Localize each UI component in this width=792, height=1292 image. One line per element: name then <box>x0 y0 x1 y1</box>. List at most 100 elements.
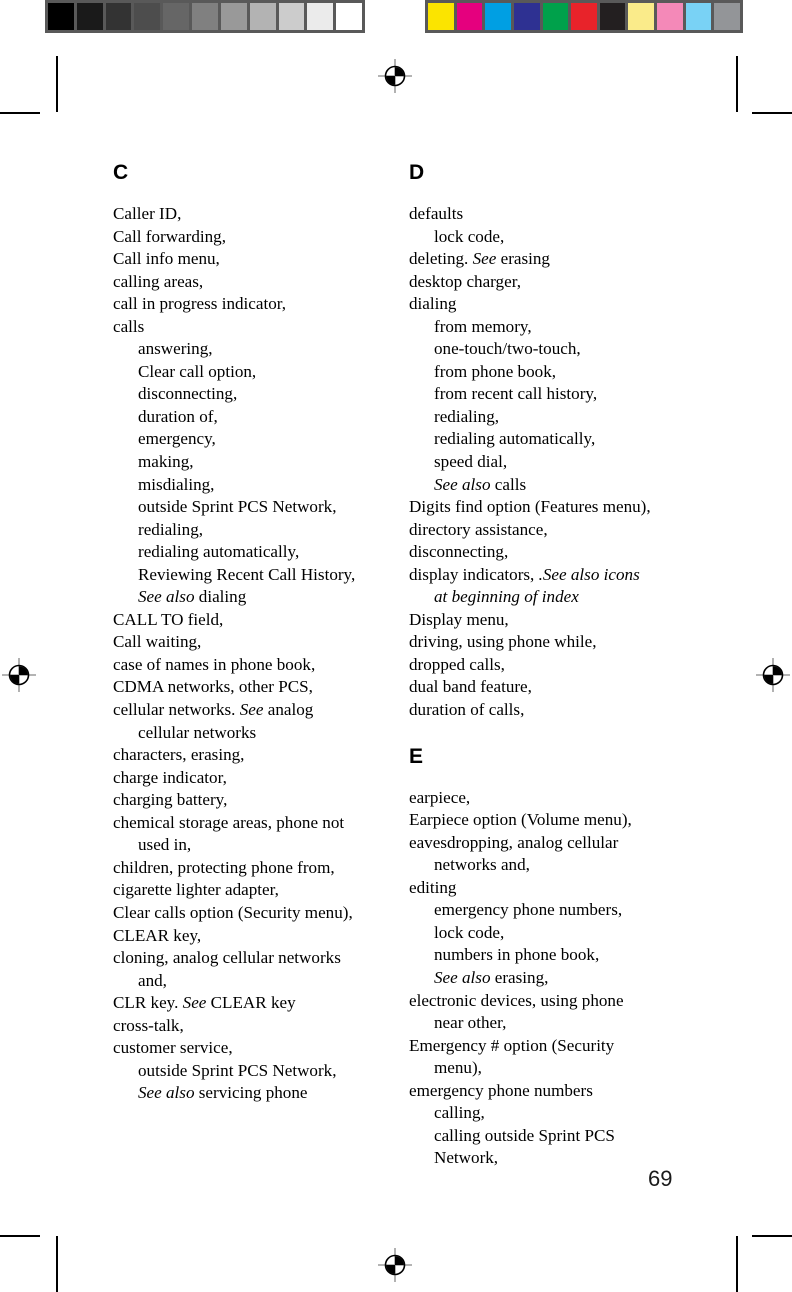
index-entry-text: and, <box>138 970 167 990</box>
index-entry-text: erasing <box>496 249 550 269</box>
index-entry: display indicators, .See also icons <box>409 564 687 587</box>
index-entry-cross-reference: See <box>182 993 207 1013</box>
index-entry-text: erasing, <box>490 967 549 987</box>
index-entry: Reviewing Recent Call History, <box>113 564 391 587</box>
index-entry-cross-reference: .See also icons <box>538 564 640 584</box>
index-entry-text: calling areas, <box>113 271 204 291</box>
index-entry-text: CALL TO field, <box>113 609 224 629</box>
index-entry: case of names in phone book, <box>113 654 391 677</box>
index-entry: chemical storage areas, phone not <box>113 812 391 835</box>
index-entry: Call info menu, <box>113 248 391 271</box>
index-column-right: Ddefaults lock code, deleting. See erasing… <box>409 162 687 1170</box>
index-entry: from memory, <box>409 316 687 339</box>
index-entry-text: networks and, <box>434 855 530 875</box>
index-entry: redialing, <box>113 519 391 542</box>
index-entry-text: desktop charger, <box>409 271 521 291</box>
index-entry: redialing, <box>409 406 687 429</box>
index-entry-text: chemical storage areas, phone not <box>113 812 345 832</box>
index-entry: lock code, <box>409 922 687 945</box>
index-entry-text: emergency, <box>138 429 216 449</box>
index-entry: dual band feature, <box>409 676 687 699</box>
index-entry-text: dialing <box>409 294 457 314</box>
index-entry-text: answering, <box>138 339 213 359</box>
index-entry-text: Call forwarding, <box>113 226 226 246</box>
index-entry-text: CLEAR key <box>206 993 296 1013</box>
index-entry-text: lock code, <box>434 922 505 942</box>
index-entry-text: outside Sprint PCS Network, <box>138 497 337 517</box>
section-letter-heading-D: D <box>409 161 425 184</box>
index-entry: near other, <box>409 1012 687 1035</box>
index-entry: duration of calls, <box>409 699 687 722</box>
index-entry: electronic devices, using phone <box>409 990 687 1013</box>
index-entry-text: Reviewing Recent Call History, <box>138 564 356 584</box>
index-entry: dialing <box>409 293 687 316</box>
index-entry: used in, <box>113 834 391 857</box>
index-entry-text: near other, <box>434 1013 507 1033</box>
index-entry-text: customer service, <box>113 1038 233 1058</box>
index-entry: emergency, <box>113 428 391 451</box>
index-entry-text: charging battery, <box>113 790 228 810</box>
index-entry-text: CDMA networks, other PCS, <box>113 677 313 697</box>
index-column-left: C Caller ID, Call forwarding, Call info men… <box>113 162 391 1105</box>
index-entry: directory assistance, <box>409 519 687 542</box>
index-entry: menu), <box>409 1057 687 1080</box>
index-entry: calling outside Sprint PCS <box>409 1125 687 1148</box>
index-entry-text: calling outside Sprint PCS <box>434 1125 615 1145</box>
index-entry-text: eavesdropping, analog cellular <box>409 832 619 852</box>
index-entry: earpiece, <box>409 787 687 810</box>
index-page-body: C Caller ID, Call forwarding, Call info men… <box>0 0 792 1292</box>
index-entry-text: directory assistance, <box>409 519 548 539</box>
index-entry: cigarette lighter adapter, <box>113 879 391 902</box>
index-entry: Display menu, <box>409 609 687 632</box>
index-entry: disconnecting, <box>113 383 391 406</box>
index-entry-text: Display menu, <box>409 609 509 629</box>
index-entry: from phone book, <box>409 361 687 384</box>
index-entry-text: from phone book, <box>434 361 557 381</box>
index-entry-text: dual band feature, <box>409 677 532 697</box>
index-entry: deleting. See erasing <box>409 248 687 271</box>
index-entry-text: emergency phone numbers <box>409 1080 593 1100</box>
index-entry: cellular networks <box>113 722 391 745</box>
index-entry-text: deleting. <box>409 249 473 269</box>
index-entry: desktop charger, <box>409 271 687 294</box>
index-entry-text: disconnecting, <box>409 542 509 562</box>
index-entry-text: outside Sprint PCS Network, <box>138 1060 337 1080</box>
index-entry: CALL TO field, <box>113 609 391 632</box>
index-entry: Digits find option (Features menu), <box>409 496 687 519</box>
index-entry: calls <box>113 316 391 339</box>
index-entry-list-C: Caller ID, Call forwarding, Call info menu… <box>113 203 391 1105</box>
index-entry: call in progress indicator, <box>113 293 391 316</box>
index-entry-cross-reference: See also <box>138 587 195 607</box>
index-entry-text: Clear call option, <box>138 361 257 381</box>
index-entry: making, <box>113 451 391 474</box>
index-entry: misdialing, <box>113 474 391 497</box>
index-entry-text: call in progress indicator, <box>113 294 287 314</box>
index-entry-text: calls <box>113 316 145 336</box>
index-entry-text: Caller ID, <box>113 204 182 223</box>
index-entry-text: dropped calls, <box>409 654 505 674</box>
index-entry-text: analog <box>263 700 314 720</box>
index-entry: at beginning of index <box>409 586 687 609</box>
index-entry: calling, <box>409 1102 687 1125</box>
index-entry-text: charge indicator, <box>113 767 227 787</box>
index-entry-text: lock code, <box>434 226 505 246</box>
index-entry: Network, <box>409 1147 687 1170</box>
index-entry-text: redialing, <box>138 519 204 539</box>
index-entry-text: one-touch/two-touch, <box>434 339 581 359</box>
index-entry-text: cloning, analog cellular networks <box>113 948 341 968</box>
index-entry: numbers in phone book, <box>409 944 687 967</box>
index-entry: See also calls <box>409 474 687 497</box>
index-entry-text: numbers in phone book, <box>434 945 600 965</box>
index-entry: customer service, <box>113 1037 391 1060</box>
index-entry-text: duration of calls, <box>409 700 525 720</box>
index-entry-text: cellular networks. <box>113 700 240 720</box>
index-entry-text: menu), <box>434 1058 482 1078</box>
index-entry-text: Earpiece option (Volume menu), <box>409 810 632 830</box>
index-entry: Clear call option, <box>113 361 391 384</box>
index-entry: cross-talk, <box>113 1015 391 1038</box>
index-entry-text: CLR key. <box>113 993 183 1013</box>
index-entry-list-D: defaults lock code, deleting. See erasing d… <box>409 203 687 722</box>
index-entry-text: earpiece, <box>409 787 471 807</box>
index-entry-text: characters, erasing, <box>113 745 245 765</box>
index-entry-text: redialing automatically, <box>434 429 596 449</box>
